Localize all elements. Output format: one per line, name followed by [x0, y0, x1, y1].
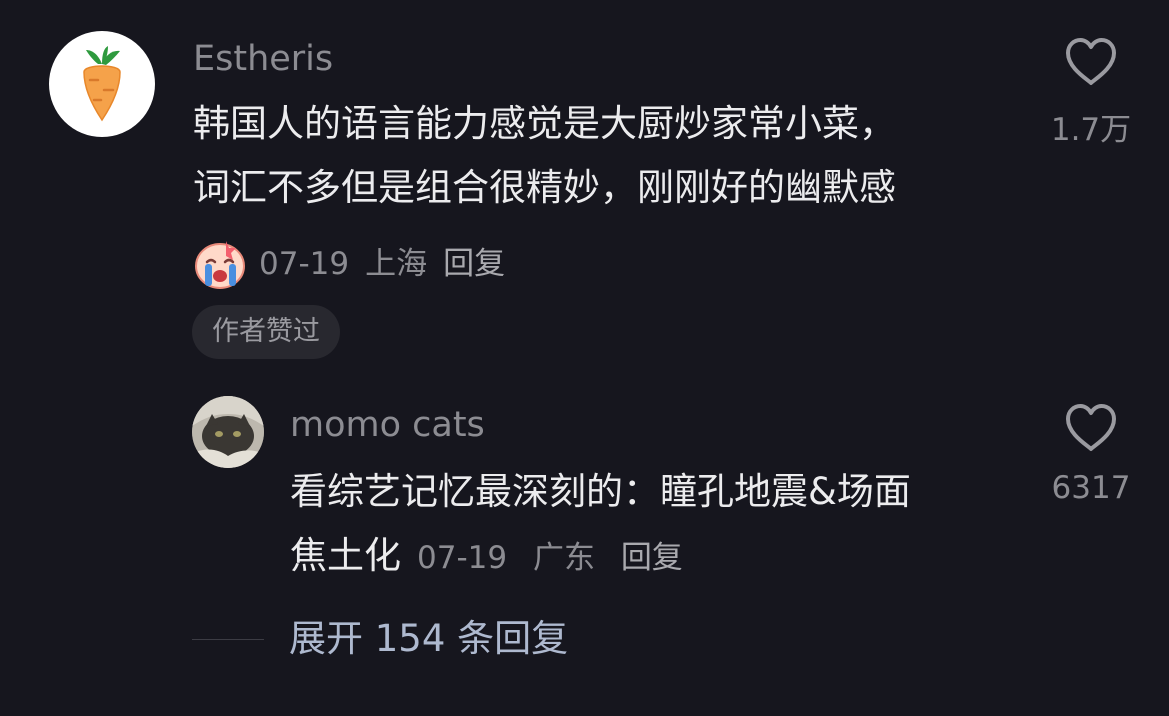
author-liked-badge: 作者赞过 [192, 305, 340, 359]
reply-text-last-line: 焦土化 07-19 广东 回复 [290, 524, 1010, 590]
reply-meta: 07-19 广东 回复 [417, 526, 699, 590]
reply-location: 广东 [532, 540, 595, 576]
crying-emoji-sticker [195, 241, 245, 289]
reply-button[interactable]: 回复 [443, 248, 505, 280]
comment-meta: 07-19 上海 回复 [193, 238, 521, 290]
heart-icon [1066, 38, 1116, 85]
comment-username[interactable]: Estheris [193, 42, 333, 77]
comment-location: 上海 [365, 245, 428, 282]
reply-like-count: 6317 [1051, 470, 1131, 506]
reply-text-line: 焦土化 [290, 534, 401, 577]
comment-body: 韩国人的语言能力感觉是大厨炒家常小菜， 词汇不多但是组合很精妙，刚刚好的幽默感 [193, 92, 1013, 220]
reply-body: 看综艺记忆最深刻的：瞳孔地震&场面 焦土化 07-19 广东 回复 [290, 460, 1010, 590]
user-avatar-momo-cats[interactable] [192, 396, 264, 468]
reply-reply-button[interactable]: 回复 [621, 540, 683, 576]
comment-like-button[interactable] [1064, 37, 1118, 91]
reply-username[interactable]: momo cats [290, 408, 485, 443]
comment-like-count: 1.7万 [1050, 112, 1132, 148]
user-avatar-estheris[interactable] [49, 31, 155, 137]
reply-date: 07-19 [417, 540, 508, 576]
expand-divider [192, 639, 264, 640]
comment-date: 07-19 [259, 245, 350, 282]
carrot-icon [83, 46, 121, 122]
heart-icon [1066, 404, 1116, 451]
cat-photo-avatar [192, 396, 264, 468]
reply-text-line: 看综艺记忆最深刻的：瞳孔地震&场面 [290, 470, 911, 513]
reply-like-button[interactable] [1064, 403, 1118, 457]
expand-replies-button[interactable]: 展开 154 条回复 [289, 617, 568, 661]
comment-text-line: 韩国人的语言能力感觉是大厨炒家常小菜， [193, 102, 896, 145]
comment-text-line: 词汇不多但是组合很精妙，刚刚好的幽默感 [193, 166, 896, 209]
